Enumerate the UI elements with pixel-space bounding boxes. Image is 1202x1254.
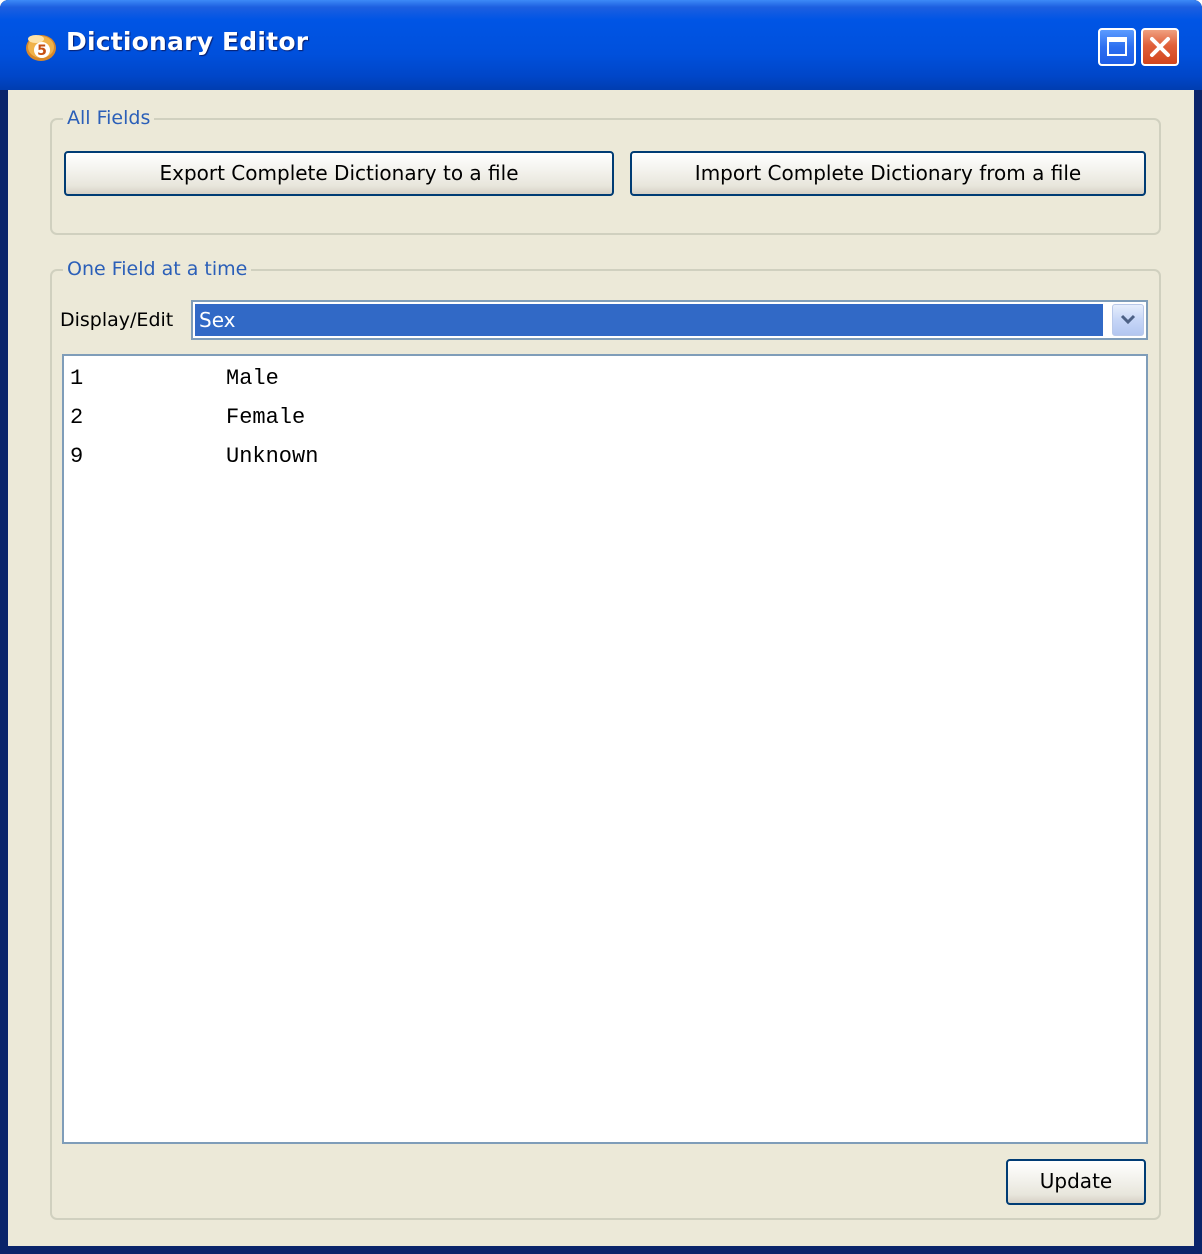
svg-text:5: 5 <box>37 43 47 59</box>
all-fields-legend: All Fields <box>63 107 155 129</box>
update-button[interactable]: Update <box>1006 1159 1146 1205</box>
chevron-down-icon <box>1120 314 1136 325</box>
close-icon <box>1150 37 1170 57</box>
maximize-button[interactable] <box>1098 28 1136 66</box>
one-field-legend: One Field at a time <box>63 258 252 280</box>
entry-label: Male <box>226 366 279 391</box>
maximize-icon <box>1107 37 1127 56</box>
window-client-area: All Fields Export Complete Dictionary to… <box>8 90 1194 1246</box>
entry-label: Female <box>226 405 306 430</box>
entry-code: 9 <box>70 444 84 469</box>
window-title: Dictionary Editor <box>66 27 309 56</box>
dictionary-entries-textarea[interactable]: 1 Male 2 Female 9 Unknown <box>62 354 1148 1144</box>
export-dictionary-button[interactable]: Export Complete Dictionary to a file <box>64 151 614 196</box>
app-icon: 5 <box>26 35 56 61</box>
dropdown-arrow-button[interactable] <box>1112 304 1144 336</box>
entry-code: 2 <box>70 405 84 430</box>
dictionary-editor-window: 5 Dictionary Editor All Fields Export Co… <box>0 0 1202 1254</box>
entry-row: 2 Female <box>70 405 1140 444</box>
entry-code: 1 <box>70 366 84 391</box>
title-bar[interactable]: 5 Dictionary Editor <box>0 0 1202 90</box>
entry-label: Unknown <box>226 444 319 469</box>
close-button[interactable] <box>1141 28 1179 66</box>
import-dictionary-button[interactable]: Import Complete Dictionary from a file <box>630 151 1146 196</box>
display-edit-label: Display/Edit <box>60 309 174 331</box>
field-select-dropdown[interactable]: Sex <box>191 300 1148 340</box>
selected-field-value: Sex <box>195 304 1103 336</box>
entry-row: 9 Unknown <box>70 444 1140 483</box>
entry-row: 1 Male <box>70 366 1140 405</box>
